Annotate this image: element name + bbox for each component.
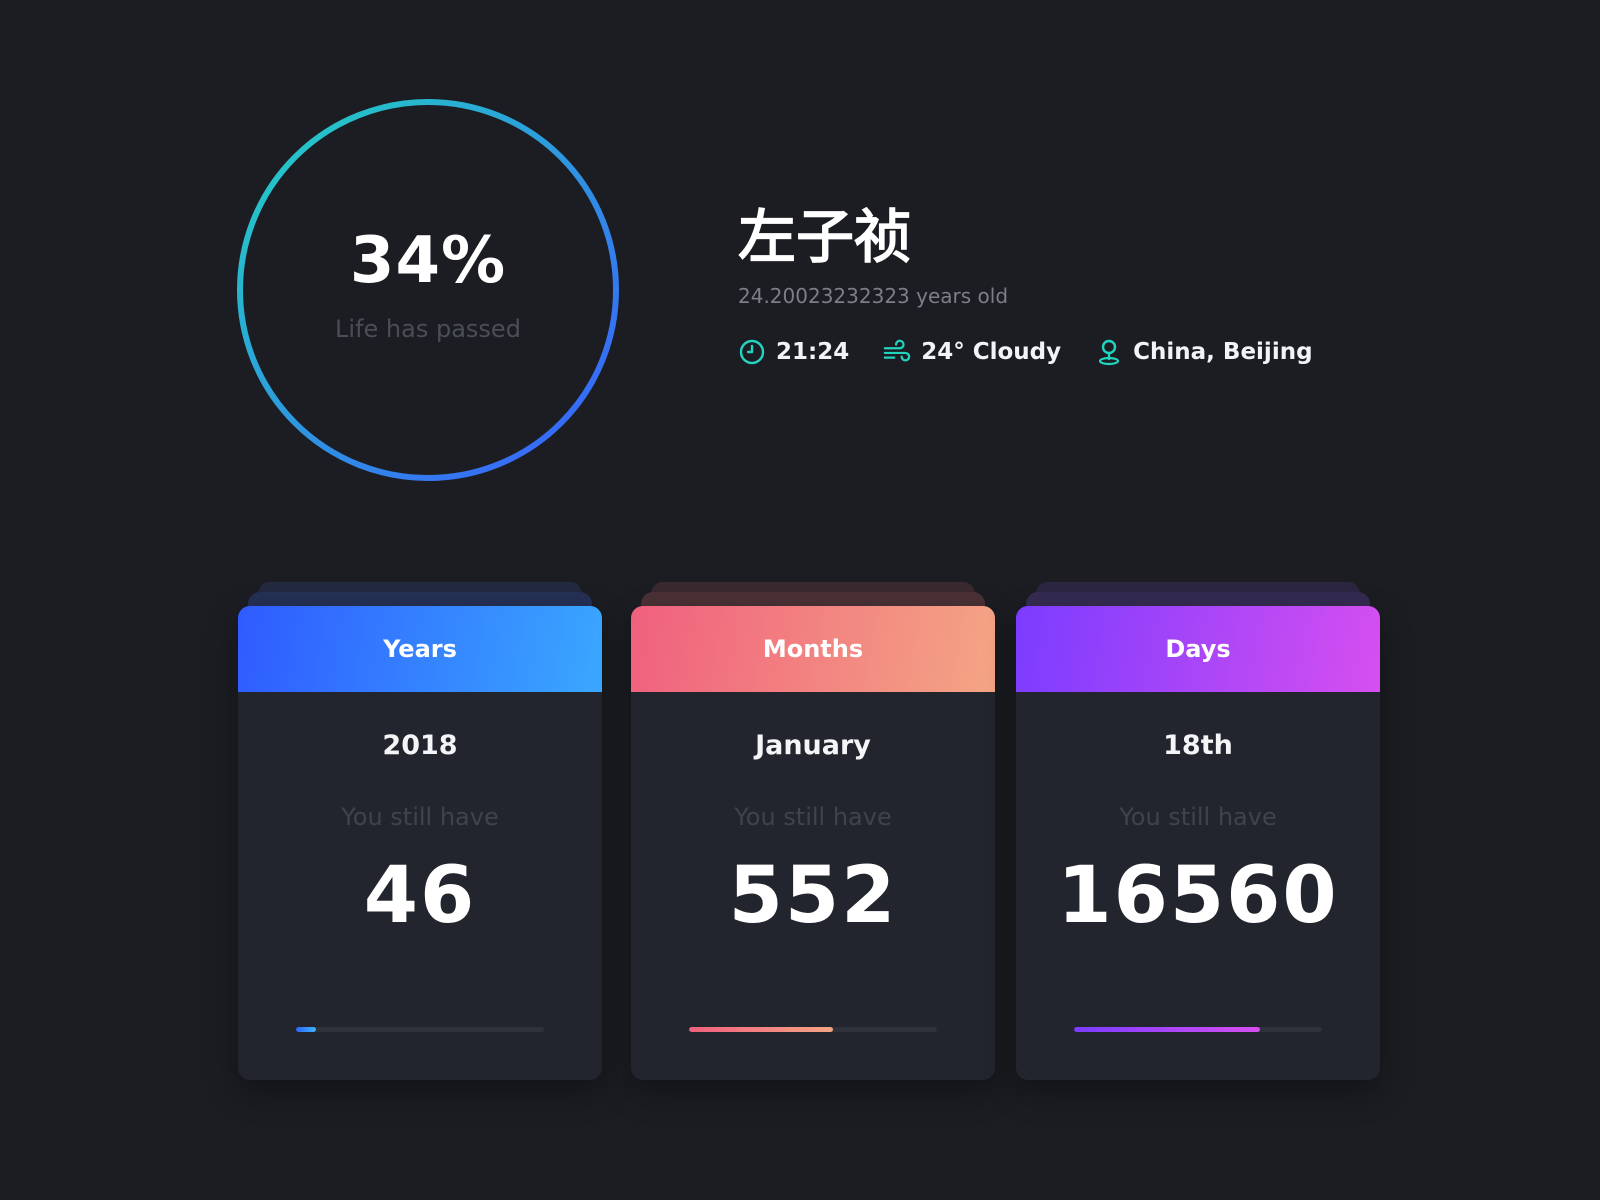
meta-location: China, Beijing — [1095, 338, 1313, 366]
life-caption: Life has passed — [335, 315, 521, 343]
life-percent: 34% — [349, 224, 507, 298]
life-progress-ring: 34% Life has passed — [234, 96, 622, 484]
weather-text: 24° Cloudy — [921, 339, 1062, 365]
progress-track — [1074, 1027, 1322, 1032]
card-body: Years 2018 You still have 46 — [238, 606, 602, 1080]
card-years[interactable]: Years 2018 You still have 46 — [238, 580, 602, 1080]
profile-panel: 左子祯 24.20023232323 years old 21:24 24° C… — [738, 208, 1313, 366]
card-header: Months — [631, 606, 995, 692]
card-remaining: 16560 — [1057, 851, 1339, 941]
card-days[interactable]: Days 18th You still have 16560 — [1016, 580, 1380, 1080]
card-remaining: 552 — [728, 851, 898, 941]
card-hint: You still have — [1119, 803, 1277, 831]
card-body: Days 18th You still have 16560 — [1016, 606, 1380, 1080]
card-remaining: 46 — [363, 851, 477, 941]
progress-fill — [689, 1027, 833, 1032]
meta-time: 21:24 — [738, 338, 849, 366]
profile-age: 24.20023232323 years old — [738, 284, 1009, 308]
profile-meta-row: 21:24 24° Cloudy China, Beijing — [738, 338, 1313, 366]
card-current: January — [755, 730, 871, 761]
card-header: Years — [238, 606, 602, 692]
clock-icon — [738, 338, 766, 366]
card-hint: You still have — [734, 803, 892, 831]
progress-track — [689, 1027, 937, 1032]
card-body: Months January You still have 552 — [631, 606, 995, 1080]
progress-fill — [296, 1027, 316, 1032]
countdown-cards: Years 2018 You still have 46 Months Janu… — [238, 580, 1380, 1080]
time-text: 21:24 — [776, 339, 850, 365]
progress-fill — [1074, 1027, 1260, 1032]
location-text: China, Beijing — [1133, 339, 1313, 365]
life-ring-center: 34% Life has passed — [234, 96, 622, 484]
meta-weather: 24° Cloudy — [883, 338, 1061, 366]
card-current: 2018 — [382, 730, 458, 761]
card-current: 18th — [1163, 730, 1233, 761]
wind-icon — [883, 338, 911, 366]
location-pin-icon — [1095, 338, 1123, 366]
profile-name: 左子祯 — [738, 203, 913, 271]
progress-track — [296, 1027, 544, 1032]
card-header: Days — [1016, 606, 1380, 692]
card-months[interactable]: Months January You still have 552 — [631, 580, 995, 1080]
card-hint: You still have — [341, 803, 499, 831]
